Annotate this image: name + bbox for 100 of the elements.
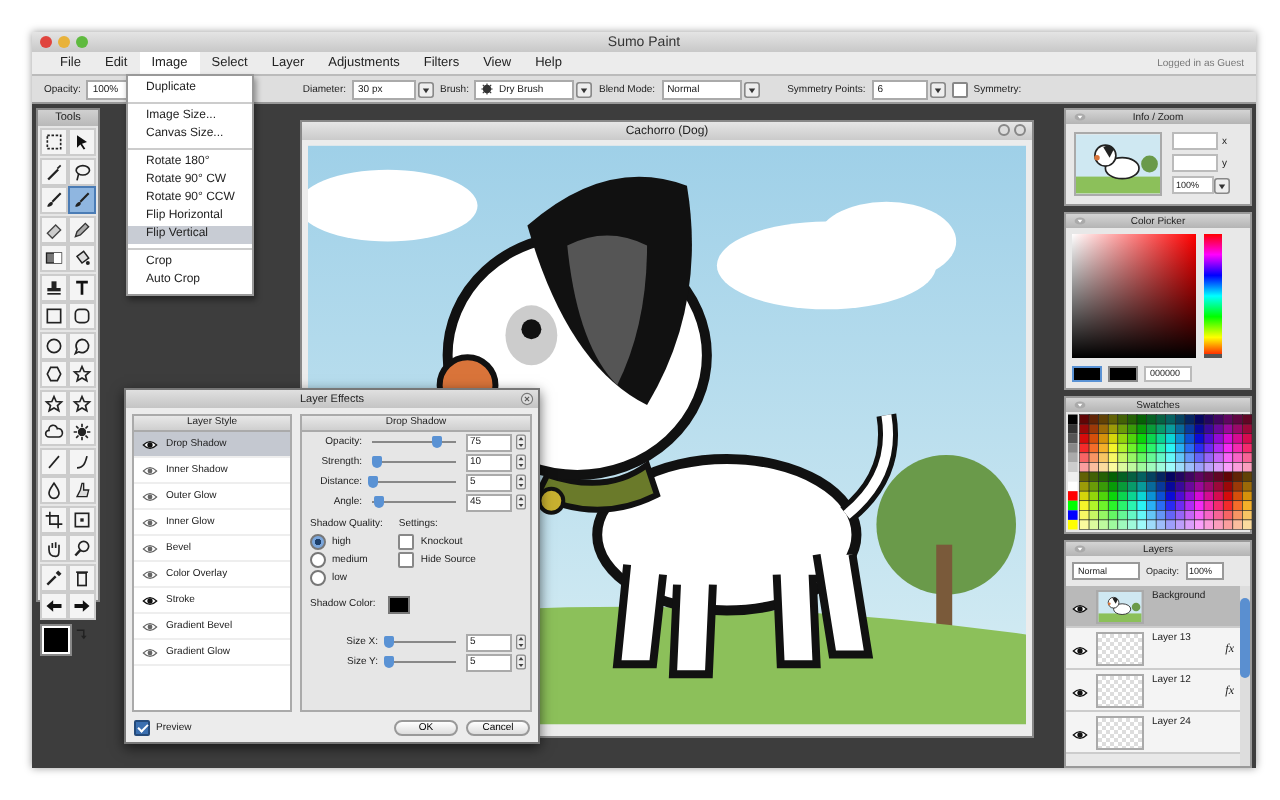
tool-button[interactable] [68, 273, 96, 301]
scrollbar[interactable] [1240, 586, 1250, 766]
tool-button[interactable] [40, 302, 68, 330]
tool-button[interactable] [68, 447, 96, 475]
tool-button[interactable] [40, 128, 68, 156]
cloud-icon [43, 422, 64, 442]
radio-button[interactable] [310, 570, 326, 586]
tool-button[interactable] [40, 447, 68, 475]
close-button[interactable] [1014, 124, 1026, 136]
eye-icon[interactable] [142, 437, 158, 451]
tool-button[interactable] [40, 418, 68, 446]
dropdown-arrow-icon[interactable] [576, 81, 593, 97]
star-icon [43, 393, 64, 413]
checkbox[interactable] [134, 720, 150, 736]
color-gradient-field[interactable] [1072, 234, 1196, 358]
tool-button[interactable] [40, 215, 68, 243]
slider-track[interactable] [372, 476, 456, 488]
stepper-icon[interactable] [516, 474, 526, 490]
dropdown-arrow-icon[interactable] [743, 81, 760, 97]
foreground-color-swatch[interactable] [42, 626, 70, 654]
tool-button[interactable] [68, 534, 96, 562]
tool-button[interactable] [68, 215, 96, 243]
tool-button[interactable] [68, 563, 96, 591]
color-swatch[interactable] [1072, 366, 1102, 382]
left-arrow-icon [43, 596, 64, 616]
tool-button[interactable] [68, 302, 96, 330]
tool-button[interactable] [40, 534, 68, 562]
tool-button[interactable] [40, 592, 68, 620]
tool-button[interactable] [40, 476, 68, 504]
tool-button[interactable] [68, 592, 96, 620]
tool-button[interactable] [68, 360, 96, 388]
bucket-icon [72, 248, 93, 268]
tool-button[interactable] [40, 273, 68, 301]
slider-track[interactable] [372, 496, 456, 508]
tool-button[interactable] [68, 389, 96, 417]
square-icon [43, 306, 64, 326]
slider-thumb[interactable] [384, 636, 394, 648]
tool-button[interactable] [40, 331, 68, 359]
coordinate-field[interactable] [1172, 154, 1218, 172]
trash-icon [72, 567, 93, 587]
tool-button[interactable] [68, 186, 96, 214]
selection-icon [43, 132, 64, 152]
minimize-button[interactable] [998, 124, 1010, 136]
tool-button[interactable] [68, 157, 96, 185]
checkbox[interactable] [398, 534, 415, 550]
shadow-color-swatch[interactable] [387, 596, 410, 614]
tool-button[interactable] [40, 360, 68, 388]
tool-button[interactable] [40, 389, 68, 417]
close-icon[interactable] [520, 392, 534, 406]
close-button[interactable] [40, 36, 52, 48]
coordinate-field[interactable] [1172, 132, 1218, 150]
stepper-icon[interactable] [516, 494, 526, 510]
checkbox[interactable] [398, 552, 415, 568]
slider-thumb[interactable] [368, 476, 378, 488]
stepper-icon[interactable] [516, 434, 526, 450]
eye-icon[interactable] [1072, 686, 1088, 700]
tool-button[interactable] [68, 244, 96, 272]
tool-button[interactable] [40, 157, 68, 185]
eye-icon[interactable] [1072, 602, 1088, 616]
tool-button[interactable] [40, 244, 68, 272]
slider-track[interactable] [372, 456, 456, 468]
eye-icon[interactable] [142, 593, 158, 607]
layer-thumbnail [1096, 674, 1144, 708]
dropdown-arrow-icon[interactable] [929, 81, 946, 97]
hand-icon [43, 538, 64, 558]
tool-button[interactable] [40, 505, 68, 533]
slider-track[interactable] [388, 656, 456, 668]
star-icon [72, 393, 93, 413]
slider-thumb[interactable] [372, 456, 383, 468]
checkbox[interactable] [951, 81, 968, 97]
circle-icon [43, 335, 64, 355]
pencil-icon [72, 219, 93, 239]
tool-button[interactable] [68, 476, 96, 504]
radio-button[interactable] [310, 552, 326, 568]
tool-button[interactable] [68, 418, 96, 446]
radio-button[interactable] [310, 534, 326, 550]
tool-button[interactable] [68, 505, 96, 533]
tool-button[interactable] [68, 331, 96, 359]
dropdown-arrow-icon[interactable] [418, 81, 435, 97]
tool-button[interactable] [68, 128, 96, 156]
dropdown-arrow-icon[interactable] [1214, 177, 1230, 193]
slider-thumb[interactable] [384, 656, 394, 668]
eye-icon[interactable] [1072, 728, 1088, 742]
color-swatch[interactable] [1108, 366, 1138, 382]
eye-icon[interactable] [1072, 644, 1088, 658]
stepper-icon[interactable] [516, 634, 526, 650]
gradient-icon [43, 248, 64, 268]
slider-track[interactable] [388, 636, 456, 648]
zoom-icon [72, 538, 93, 558]
stepper-icon[interactable] [516, 454, 526, 470]
hue-slider[interactable] [1204, 234, 1222, 358]
stepper-icon[interactable] [516, 654, 526, 670]
slider-thumb[interactable] [431, 436, 441, 448]
scrollbar-thumb[interactable] [1240, 598, 1250, 678]
lasso-icon [72, 161, 93, 181]
color-swatch-grid[interactable] [1068, 414, 1252, 530]
slider-thumb[interactable] [373, 496, 384, 508]
tool-button[interactable] [40, 186, 68, 214]
tool-button[interactable] [40, 563, 68, 591]
curve-icon [72, 451, 93, 471]
